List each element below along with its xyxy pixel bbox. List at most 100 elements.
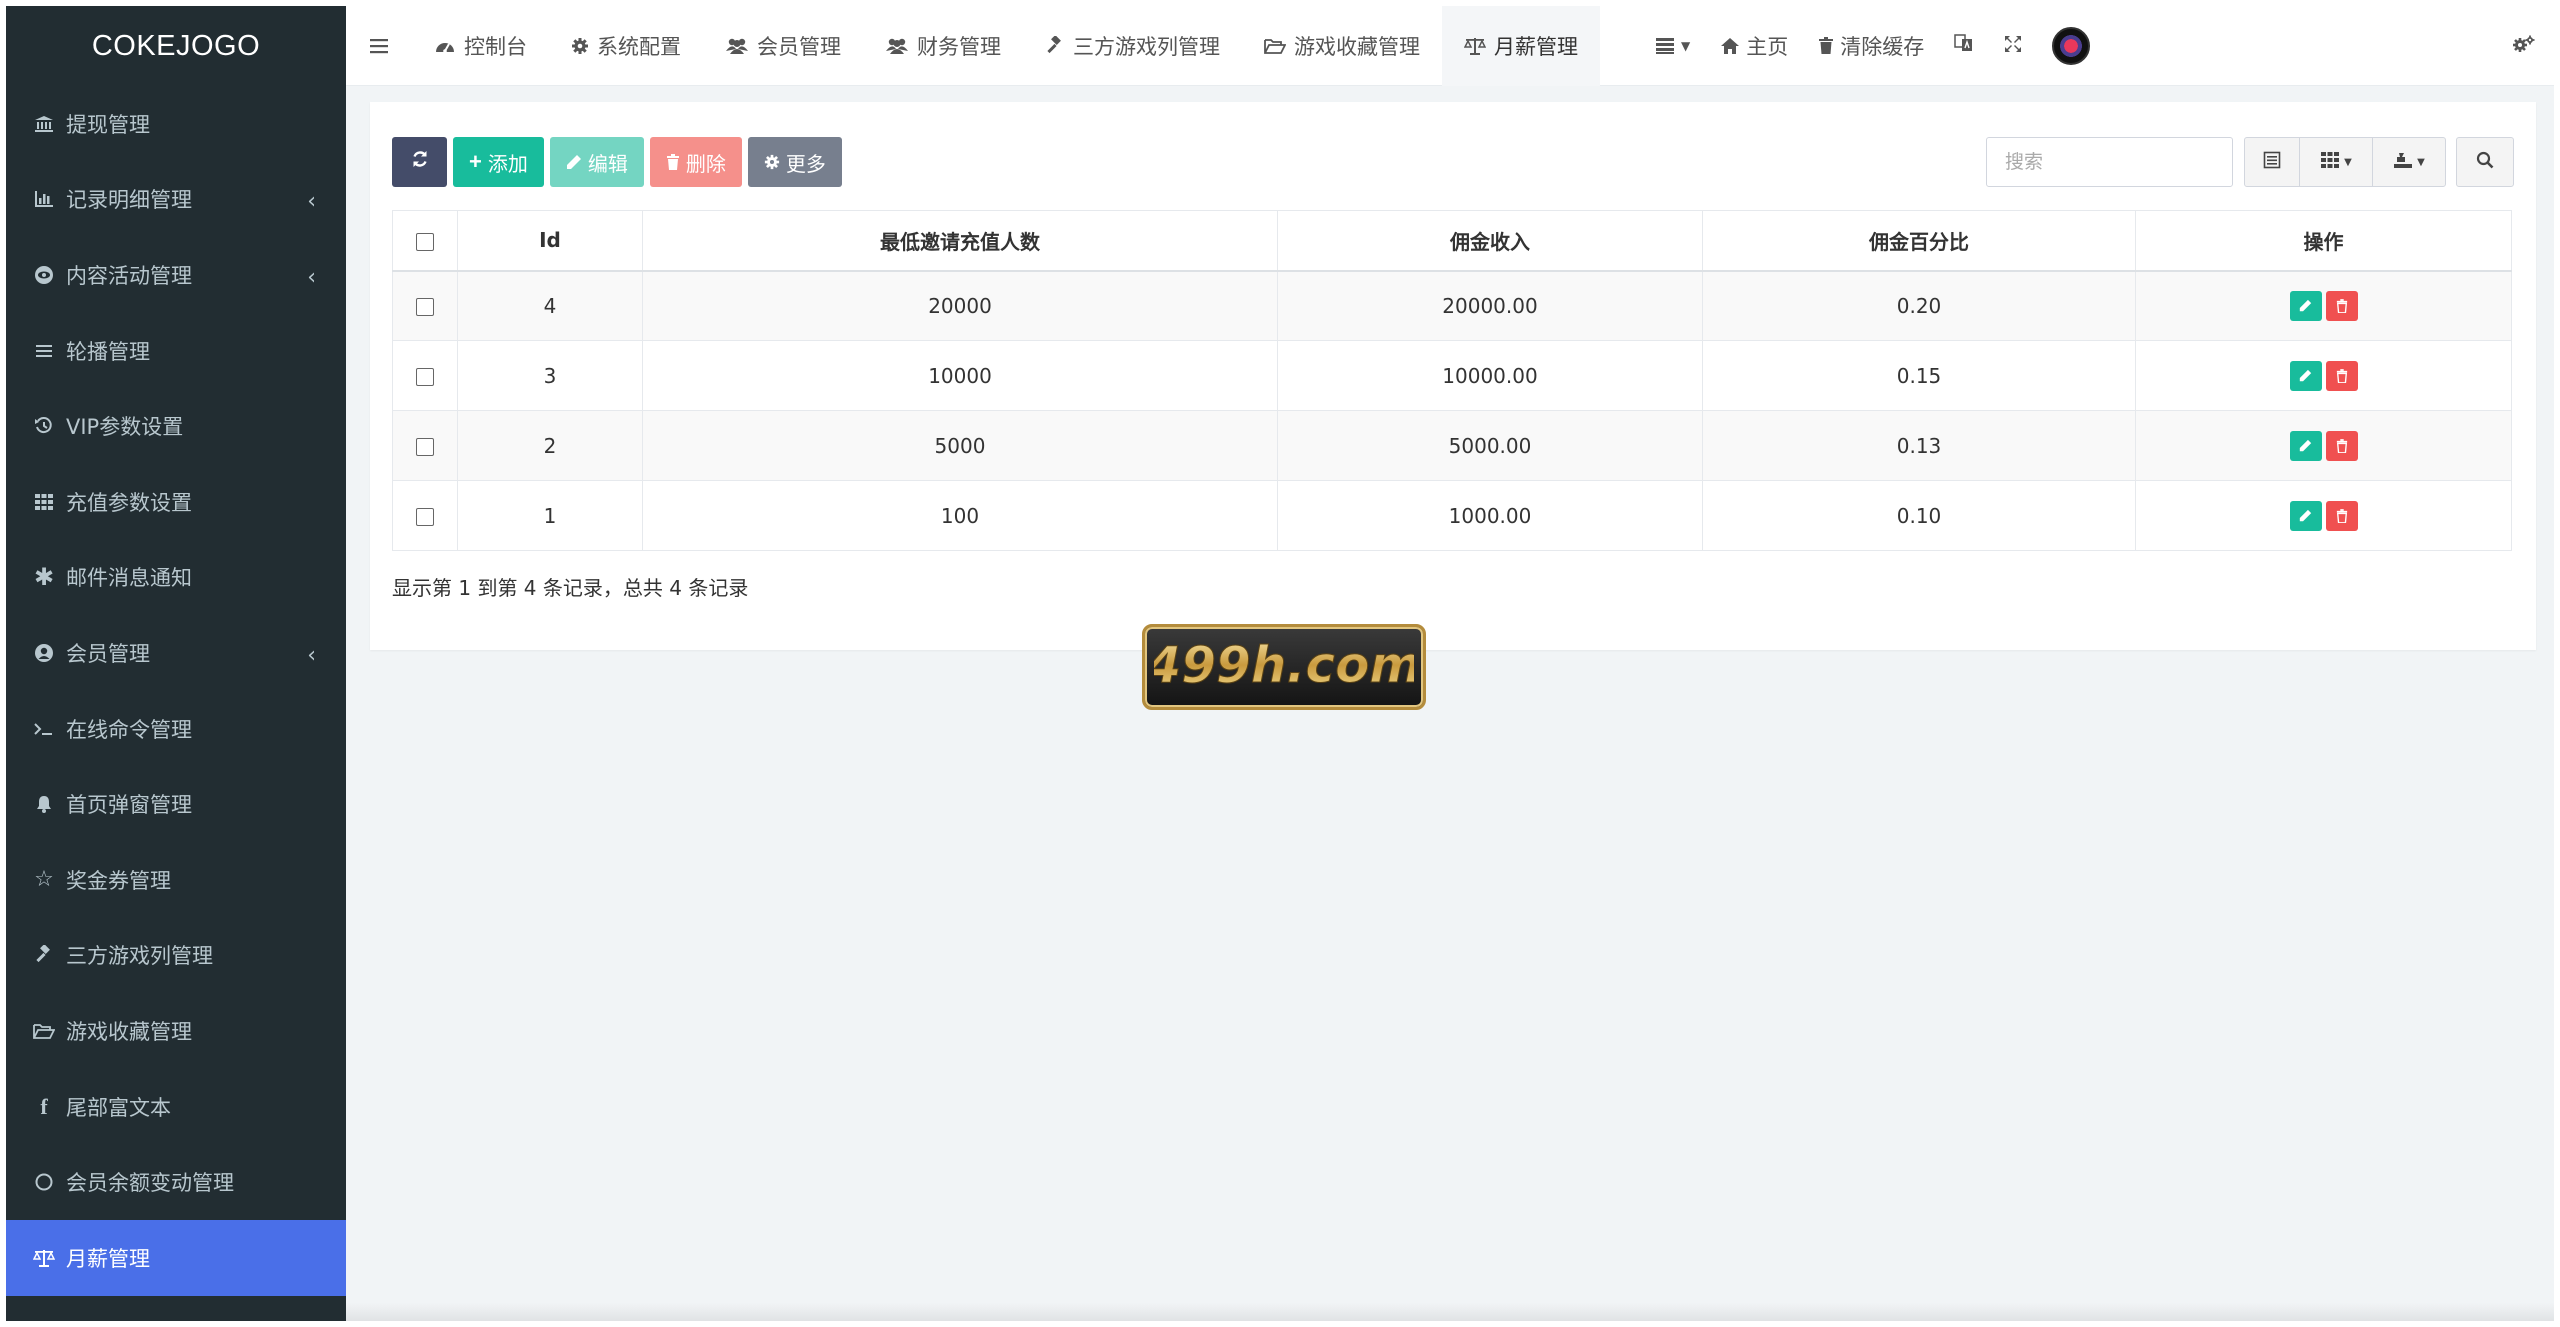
search-input[interactable] bbox=[1986, 137, 2233, 187]
sidebar-item-favorites[interactable]: 游戏收藏管理 bbox=[6, 993, 346, 1069]
home-icon bbox=[1720, 37, 1740, 55]
row-edit-button[interactable] bbox=[2289, 430, 2322, 461]
table-row[interactable]: 3 10000 10000.00 0.15 bbox=[392, 340, 2512, 411]
row-checkbox[interactable] bbox=[416, 298, 434, 317]
balance-scale-icon bbox=[1464, 36, 1486, 56]
tab-members[interactable]: 会员管理 bbox=[703, 6, 863, 86]
row-edit-button[interactable] bbox=[2289, 290, 2322, 321]
more-button[interactable]: 更多 bbox=[747, 137, 842, 187]
tab-system-config[interactable]: 系统配置 bbox=[549, 6, 703, 86]
sidebar-item-commands[interactable]: 在线命令管理 bbox=[6, 691, 346, 767]
row-delete-button[interactable] bbox=[2325, 360, 2358, 391]
sidebar-item-carousel[interactable]: 轮播管理 bbox=[6, 313, 346, 389]
row-select-cell bbox=[392, 410, 458, 481]
column-header-income[interactable]: 佣金收入 bbox=[1277, 210, 1703, 272]
tab-finance[interactable]: 财务管理 bbox=[863, 6, 1023, 86]
table-view-controls: ▼ ▼ bbox=[2244, 137, 2446, 187]
row-delete-button[interactable] bbox=[2325, 430, 2358, 461]
sidebar-item-footer-text[interactable]: f 尾部富文本 bbox=[6, 1069, 346, 1145]
home-link[interactable]: 主页 bbox=[1705, 6, 1803, 86]
pencil-icon bbox=[2299, 509, 2312, 522]
row-delete-button[interactable] bbox=[2325, 500, 2358, 531]
export-icon bbox=[2393, 151, 2413, 173]
tab-label: 月薪管理 bbox=[1494, 34, 1578, 59]
sidebar-item-mail[interactable]: ✱ 邮件消息通知 bbox=[6, 540, 346, 616]
sidebar-item-withdraw[interactable]: 提现管理 bbox=[6, 86, 346, 162]
refresh-button[interactable] bbox=[392, 137, 447, 187]
select-all-checkbox[interactable] bbox=[416, 232, 434, 251]
avatar bbox=[2052, 26, 2091, 65]
column-header-actions: 操作 bbox=[2135, 210, 2512, 272]
tab-label: 控制台 bbox=[464, 34, 527, 59]
brand-logo[interactable]: COKEJOGO bbox=[6, 6, 346, 86]
row-checkbox[interactable] bbox=[416, 508, 434, 526]
tab-dashboard[interactable]: 控制台 bbox=[412, 6, 549, 86]
sidebar-item-label: 充值参数设置 bbox=[66, 490, 192, 515]
sidebar-item-records[interactable]: 记录明细管理 ‹ bbox=[6, 162, 346, 238]
row-delete-button[interactable] bbox=[2325, 290, 2358, 321]
sidebar-item-third-games[interactable]: 三方游戏列管理 bbox=[6, 918, 346, 994]
user-avatar-button[interactable] bbox=[2037, 6, 2105, 86]
sidebar-item-label: 游戏收藏管理 bbox=[66, 1019, 192, 1044]
sidebar-item-label: 奖金券管理 bbox=[66, 868, 171, 893]
trash-icon bbox=[2336, 298, 2347, 313]
cell-income: 5000.00 bbox=[1277, 410, 1703, 481]
tab-favorites[interactable]: 游戏收藏管理 bbox=[1242, 6, 1442, 86]
columns-toggle-button[interactable]: ▼ bbox=[2299, 137, 2373, 187]
refresh-icon bbox=[410, 149, 430, 175]
sidebar-item-salary[interactable]: 月薪管理 bbox=[6, 1219, 346, 1296]
sidebar-toggle-icon[interactable] bbox=[346, 6, 412, 86]
toggle-view-button[interactable] bbox=[2244, 137, 2300, 187]
add-button[interactable]: + 添加 bbox=[453, 137, 544, 187]
translate-button[interactable] bbox=[1939, 6, 1989, 86]
table-row[interactable]: 1 100 1000.00 0.10 bbox=[392, 480, 2512, 551]
cell-percent: 0.15 bbox=[1702, 340, 2136, 411]
row-edit-button[interactable] bbox=[2289, 500, 2322, 531]
table-row[interactable]: 4 20000 20000.00 0.20 bbox=[392, 270, 2512, 341]
cell-actions bbox=[2135, 480, 2512, 551]
fullscreen-button[interactable] bbox=[1989, 6, 2037, 86]
sidebar-item-members[interactable]: 会员管理 ‹ bbox=[6, 615, 346, 691]
row-checkbox[interactable] bbox=[416, 438, 434, 456]
sidebar-item-vip[interactable]: VIP参数设置 bbox=[6, 388, 346, 464]
clear-cache-button[interactable]: 清除缓存 bbox=[1803, 6, 1939, 86]
sidebar-item-balance-changes[interactable]: 会员余额变动管理 bbox=[6, 1144, 346, 1220]
delete-button[interactable]: 删除 bbox=[649, 137, 742, 187]
export-button[interactable]: ▼ bbox=[2372, 137, 2446, 187]
sidebar-item-recharge[interactable]: 充值参数设置 bbox=[6, 464, 346, 540]
cell-percent: 0.20 bbox=[1702, 270, 2136, 341]
cell-min-invite: 100 bbox=[642, 480, 1278, 551]
translate-icon bbox=[1954, 33, 1974, 58]
navbar-tools: ▼ 主页 清除缓存 bbox=[1640, 6, 2105, 86]
watermark-text: 499h.com bbox=[1154, 636, 1414, 694]
sidebar-item-content[interactable]: 内容活动管理 ‹ bbox=[6, 237, 346, 313]
search-button[interactable] bbox=[2456, 137, 2514, 187]
bar-chart-icon bbox=[32, 190, 56, 208]
dashboard-icon bbox=[434, 38, 456, 54]
sidebar-item-popup[interactable]: 首页弹窗管理 bbox=[6, 766, 346, 842]
pencil-icon bbox=[2299, 439, 2312, 452]
list-icon bbox=[1655, 37, 1675, 55]
tab-third-games[interactable]: 三方游戏列管理 bbox=[1023, 6, 1242, 86]
folder-open-icon bbox=[32, 1022, 56, 1040]
control-sidebar-toggle[interactable] bbox=[2494, 6, 2554, 86]
sidebar-item-coupon[interactable]: ☆ 奖金券管理 bbox=[6, 842, 346, 918]
data-table: Id 最低邀请充值人数 佣金收入 佣金百分比 操作 4 20000 20000.… bbox=[392, 210, 2512, 551]
facebook-icon: f bbox=[40, 1093, 48, 1119]
tab-label: 游戏收藏管理 bbox=[1294, 34, 1420, 59]
table-row[interactable]: 2 5000 5000.00 0.13 bbox=[392, 410, 2512, 481]
column-header-min-invite[interactable]: 最低邀请充值人数 bbox=[642, 210, 1278, 272]
circle-icon bbox=[32, 1173, 56, 1191]
menu-dropdown-button[interactable]: ▼ bbox=[1640, 6, 1705, 86]
row-edit-button[interactable] bbox=[2289, 360, 2322, 391]
sidebar-menu: 提现管理 记录明细管理 ‹ 内容活动管理 ‹ 轮播管理 VIP参数设置 充值参数… bbox=[6, 86, 346, 1296]
tab-salary[interactable]: 月薪管理 bbox=[1442, 6, 1600, 86]
cogs-icon bbox=[2512, 34, 2536, 58]
edit-button[interactable]: 编辑 bbox=[549, 137, 644, 187]
column-header-id[interactable]: Id bbox=[457, 210, 643, 272]
column-header-percent[interactable]: 佣金百分比 bbox=[1702, 210, 2136, 272]
row-checkbox[interactable] bbox=[416, 368, 434, 386]
caret-down-icon: ▼ bbox=[2344, 156, 2352, 168]
clear-cache-label: 清除缓存 bbox=[1840, 34, 1925, 59]
sidebar-item-label: 提现管理 bbox=[66, 112, 150, 137]
